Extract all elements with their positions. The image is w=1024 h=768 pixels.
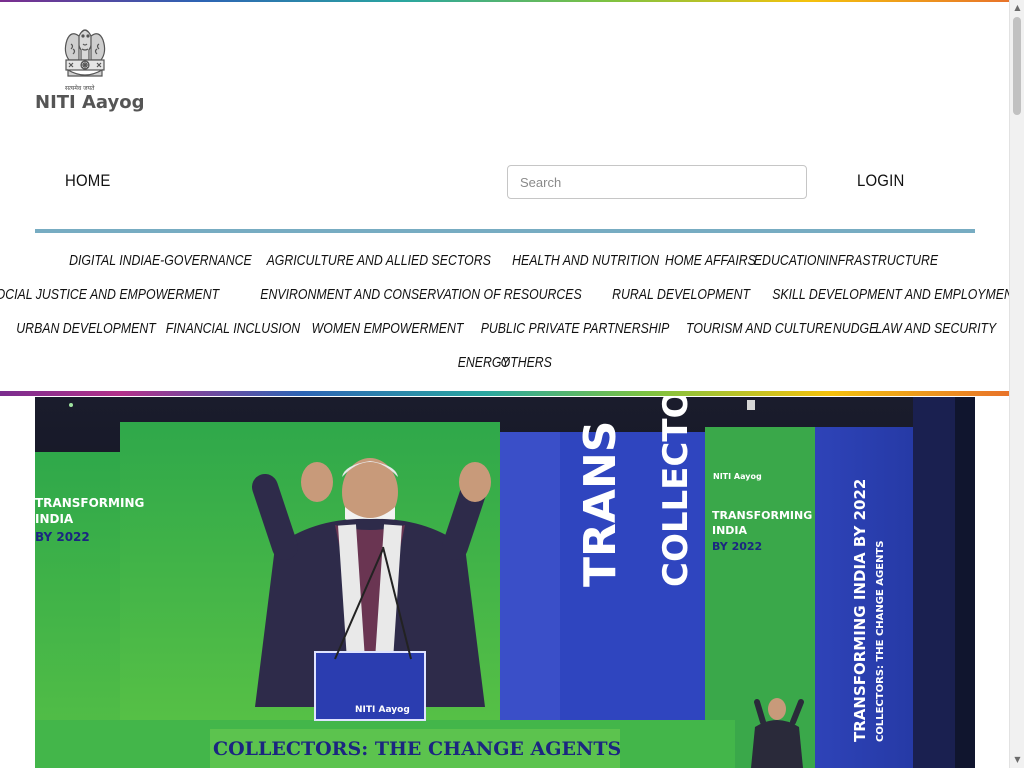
screen-left-line1: TRANSFORMING [35, 496, 144, 510]
nav-divider [35, 229, 975, 233]
ashoka-emblem-icon [64, 29, 106, 77]
top-gradient-bar [0, 0, 1009, 2]
rainbow-divider [0, 391, 1009, 396]
side-banner-1: TRANSFORMING INDIA BY 2022 [851, 479, 869, 742]
right-line3: BY 2022 [712, 540, 762, 553]
sector-urban-development[interactable]: URBAN DEVELOPMENT [16, 320, 155, 337]
scroll-down-arrow-icon[interactable]: ▼ [1010, 752, 1024, 768]
logo-wordmark: NITI Aayog [35, 92, 145, 113]
hero-banner-image[interactable]: NITI Aayog TRANSFORMING INDIA BY 2022 TR… [35, 397, 975, 768]
sector-social-justice[interactable]: SOCIAL JUSTICE AND EMPOWERMENT [0, 286, 220, 303]
sector-health-nutrition[interactable]: HEALTH AND NUTRITION [512, 252, 659, 269]
scroll-thumb[interactable] [1013, 17, 1021, 115]
sector-rural-development[interactable]: RURAL DEVELOPMENT [612, 286, 750, 303]
sector-row: SOCIAL JUSTICE AND EMPOWERMENT ENVIRONME… [0, 277, 1020, 311]
sector-home-affairs[interactable]: HOME AFFAIRS [665, 252, 756, 269]
banner-vertical-2: COLLECTO [656, 397, 696, 587]
sector-environment[interactable]: ENVIRONMENT AND CONSERVATION OF RESOURCE… [260, 286, 581, 303]
home-link[interactable]: HOME [65, 171, 111, 191]
sector-digital-india[interactable]: DIGITAL INDIA [69, 252, 152, 269]
sector-nudge[interactable]: NUDGE [833, 320, 877, 337]
right-line1: TRANSFORMING [712, 509, 812, 522]
sector-law-security[interactable]: LAW AND SECURITY [875, 320, 996, 337]
sector-row: DIGITAL INDIA E-GOVERNANCE AGRICULTURE A… [35, 243, 975, 277]
sector-navigation: DIGITAL INDIA E-GOVERNANCE AGRICULTURE A… [0, 243, 1020, 379]
podium-logo-text: NITI Aayog [355, 705, 410, 715]
sector-infrastructure[interactable]: INFRASTRUCTURE [825, 252, 938, 269]
sector-education[interactable]: EDUCATION [754, 252, 826, 269]
sector-agriculture[interactable]: AGRICULTURE AND ALLIED SECTORS [267, 252, 491, 269]
sector-tourism-culture[interactable]: TOURISM AND CULTURE [686, 320, 832, 337]
right-line2: INDIA [712, 524, 748, 537]
logo-motto: सत्यमेव जयते [65, 85, 95, 92]
sector-financial-inclusion[interactable]: FINANCIAL INCLUSION [165, 320, 299, 337]
niti-aayog-logo[interactable]: सत्यमेव जयते NITI Aayog [35, 22, 145, 118]
screen-left-line2: INDIA [35, 512, 74, 526]
page-scrollbar[interactable]: ▲ ▼ [1009, 0, 1024, 768]
sector-row: ENERGY OTHERS [35, 345, 975, 379]
scroll-up-arrow-icon[interactable]: ▲ [1010, 0, 1024, 16]
sector-women-empowerment[interactable]: WOMEN EMPOWERMENT [311, 320, 463, 337]
sector-others[interactable]: OTHERS [501, 354, 552, 371]
banner-vertical-1: TRANS [575, 421, 626, 587]
sector-ppp[interactable]: PUBLIC PRIVATE PARTNERSHIP [480, 320, 669, 337]
screen-left-line3: BY 2022 [35, 530, 90, 544]
login-link[interactable]: LOGIN [857, 171, 904, 191]
sector-e-governance[interactable]: E-GOVERNANCE [152, 252, 252, 269]
hero-photo: NITI Aayog TRANSFORMING INDIA BY 2022 TR… [35, 397, 975, 768]
side-banner-2: COLLECTORS: THE CHANGE AGENTS [875, 541, 886, 742]
sector-skill-development[interactable]: SKILL DEVELOPMENT AND EMPLOYMENT [772, 286, 1020, 303]
sector-row: URBAN DEVELOPMENT FINANCIAL INCLUSION WO… [16, 311, 996, 345]
right-logo-text: NITI Aayog [713, 472, 762, 481]
search-input[interactable] [507, 165, 807, 199]
hero-caption: COLLECTORS: THE CHANGE AGENTS [213, 738, 621, 760]
